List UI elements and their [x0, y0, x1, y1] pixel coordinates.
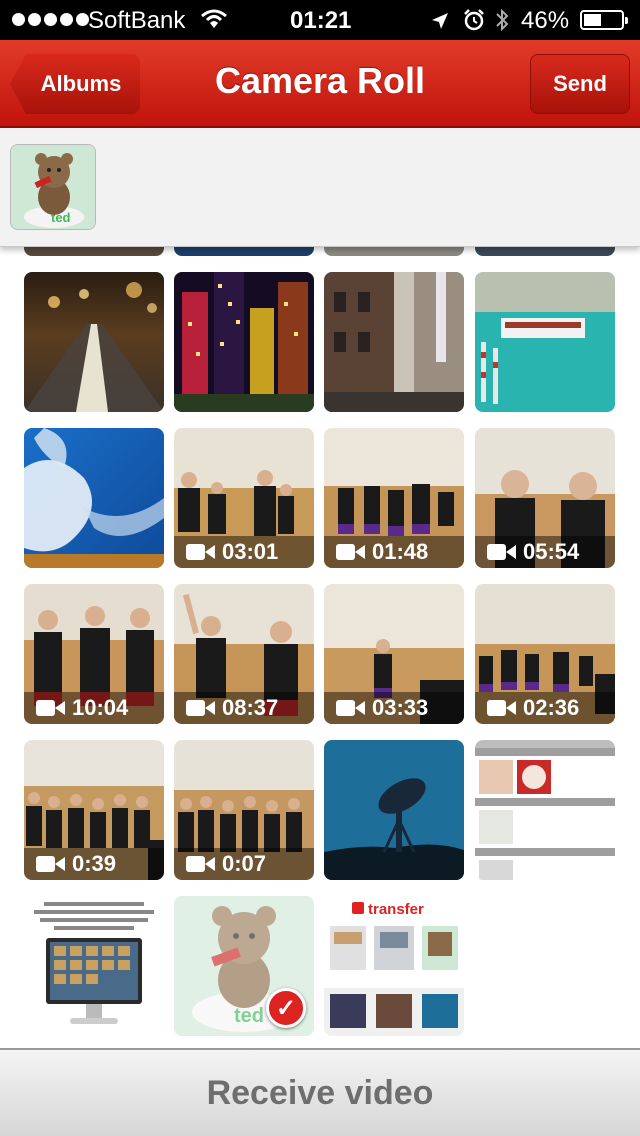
alarm-clock-icon [462, 8, 486, 39]
video-duration: 05:54 [523, 539, 580, 564]
wifi-icon [200, 8, 228, 37]
video-info-bar: 0:07 [174, 848, 314, 880]
status-bar: SoftBank 01:21 46% [0, 0, 640, 40]
photo-grid: 03:01 01:48 05:54 10:04 08:37 03:33 02:3… [0, 246, 640, 1048]
screenshot-thumbnail-calendar[interactable] [475, 740, 615, 880]
video-info-bar: 08:37 [174, 692, 314, 724]
video-thumbnail[interactable]: 08:37 [174, 584, 314, 724]
location-arrow-icon [430, 10, 450, 38]
selected-item-thumbnail[interactable]: ted [10, 144, 96, 230]
video-camera-icon [336, 543, 365, 561]
video-info-bar: 10:04 [24, 692, 164, 724]
video-duration: 01:48 [372, 539, 429, 564]
bluetooth-icon [494, 7, 510, 40]
selected-items-tray: ted [0, 128, 640, 247]
video-info-bar: 05:54 [475, 536, 615, 568]
video-info-bar: 01:48 [324, 536, 464, 568]
video-thumbnail[interactable]: 10:04 [24, 584, 164, 724]
screenshot-thumbnail-itransfer[interactable] [24, 896, 164, 1036]
video-camera-icon [36, 855, 65, 873]
video-thumbnail[interactable]: 02:36 [475, 584, 615, 724]
video-camera-icon [186, 699, 215, 717]
partial-thumbnail[interactable] [24, 246, 164, 256]
partial-row-above [0, 246, 640, 256]
carrier-name: SoftBank [88, 7, 186, 34]
video-thumbnail[interactable]: 03:33 [324, 584, 464, 724]
video-camera-icon [487, 543, 516, 561]
video-duration: 03:33 [372, 695, 429, 720]
photo-thumbnail-sky[interactable] [24, 428, 164, 568]
video-info-bar: 03:01 [174, 536, 314, 568]
photo-thumbnail-ted-selected[interactable]: ted ✓ [174, 896, 314, 1036]
video-duration: 10:04 [72, 695, 129, 720]
video-info-bar: 0:39 [24, 848, 164, 880]
video-thumbnail[interactable]: 01:48 [324, 428, 464, 568]
partial-thumbnail[interactable] [475, 246, 615, 256]
photo-thumbnail-antenna[interactable] [324, 740, 464, 880]
video-duration: 0:39 [72, 851, 117, 876]
video-camera-icon [487, 699, 516, 717]
battery-percentage: 46% [521, 7, 570, 34]
video-camera-icon [186, 543, 215, 561]
video-duration: 0:07 [222, 851, 267, 876]
video-thumbnail[interactable]: 0:07 [174, 740, 314, 880]
video-thumbnail[interactable]: 03:01 [174, 428, 314, 568]
partial-thumbnail[interactable] [324, 246, 464, 256]
video-thumbnail[interactable]: 05:54 [475, 428, 615, 568]
partial-thumbnail[interactable] [174, 246, 314, 256]
receive-video-button[interactable]: Receive video [0, 1048, 640, 1136]
screenshot-thumbnail-transfer-app[interactable]: transfer [324, 896, 464, 1036]
battery-fill [584, 14, 601, 26]
video-camera-icon [186, 855, 215, 873]
clock: 01:21 [290, 7, 352, 34]
video-info-bar: 02:36 [475, 692, 615, 724]
photo-thumbnail-boat[interactable] [475, 272, 615, 412]
video-camera-icon [36, 699, 65, 717]
video-thumbnail[interactable]: 0:39 [24, 740, 164, 880]
photo-thumbnail-alley[interactable] [324, 272, 464, 412]
video-duration: 03:01 [222, 539, 279, 564]
video-info-bar: 03:33 [324, 692, 464, 724]
video-camera-icon [336, 699, 365, 717]
video-duration: 02:36 [523, 695, 580, 720]
video-duration: 08:37 [222, 695, 279, 720]
receive-video-label: Receive video [206, 1073, 434, 1112]
battery-icon [580, 10, 628, 30]
photo-thumbnail-road[interactable] [24, 272, 164, 412]
selected-checkmark-icon: ✓ [266, 988, 306, 1028]
signal-strength-icon [12, 13, 89, 26]
photo-thumbnail-city-night[interactable] [174, 272, 314, 412]
svg-text:transfer: transfer [368, 901, 424, 918]
navigation-bar: Albums Camera Roll Send [0, 40, 640, 128]
send-button[interactable]: Send [530, 54, 630, 114]
